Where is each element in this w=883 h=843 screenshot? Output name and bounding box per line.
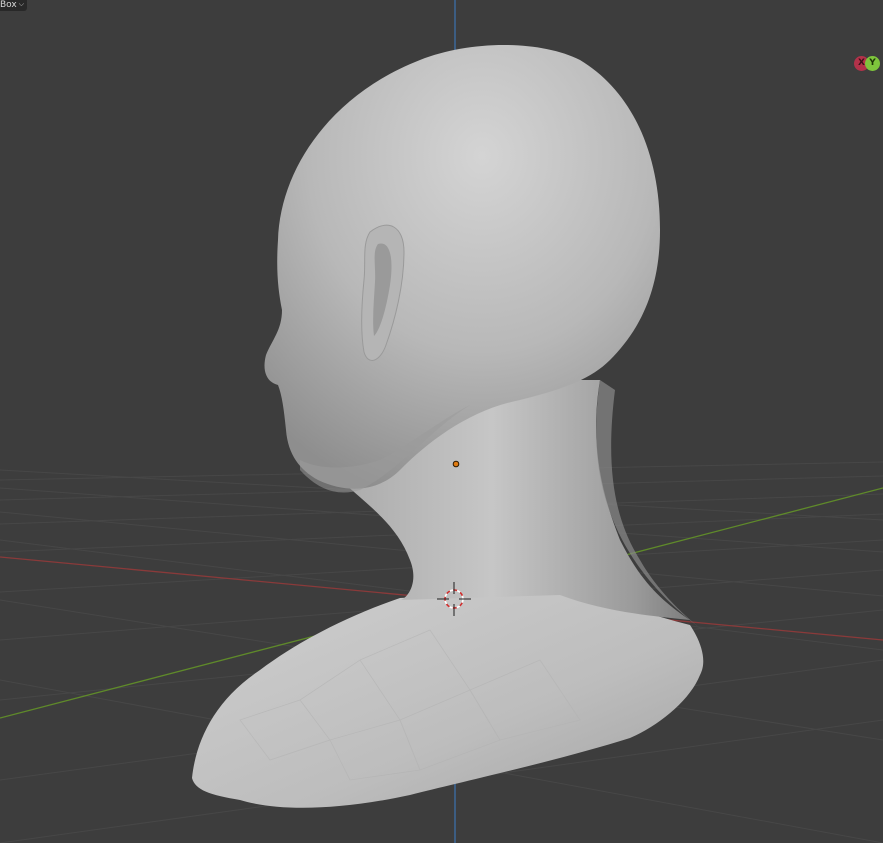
select-mode-label: Box — [0, 0, 17, 10]
bust-shoulders — [192, 590, 704, 808]
viewport-scene[interactable] — [0, 0, 883, 843]
head-mesh[interactable] — [192, 45, 704, 808]
gizmo-y-axis-button[interactable]: Y — [865, 56, 880, 71]
navigation-gizmo[interactable]: X Y — [853, 54, 883, 74]
select-mode-dropdown[interactable]: Box ⌵ — [0, 0, 28, 11]
chevron-down-icon: ⌵ — [18, 0, 25, 8]
3d-viewport[interactable]: Box ⌵ X Y — [0, 0, 883, 843]
origin-point[interactable] — [452, 460, 460, 468]
